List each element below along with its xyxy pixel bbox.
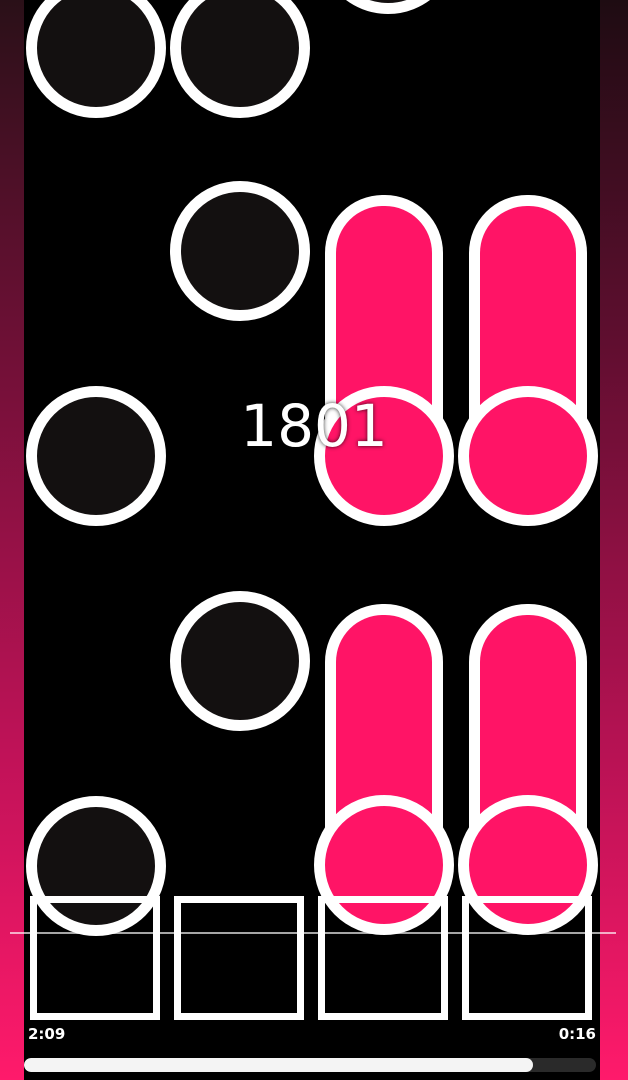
right-border xyxy=(600,0,628,1080)
tap-note xyxy=(170,181,310,321)
left-border xyxy=(0,0,24,1080)
score-counter: 1801 xyxy=(240,392,388,460)
lane-3-receptor[interactable] xyxy=(318,896,448,1020)
lane-2-receptor[interactable] xyxy=(174,896,304,1020)
time-remaining: 0:16 xyxy=(558,1025,596,1043)
time-elapsed: 2:09 xyxy=(28,1025,66,1043)
song-progress-bar xyxy=(24,1058,596,1072)
song-progress-fill xyxy=(24,1058,534,1072)
tap-note xyxy=(170,591,310,731)
lane-4-receptor[interactable] xyxy=(462,896,592,1020)
lane-1-receptor[interactable] xyxy=(30,896,160,1020)
